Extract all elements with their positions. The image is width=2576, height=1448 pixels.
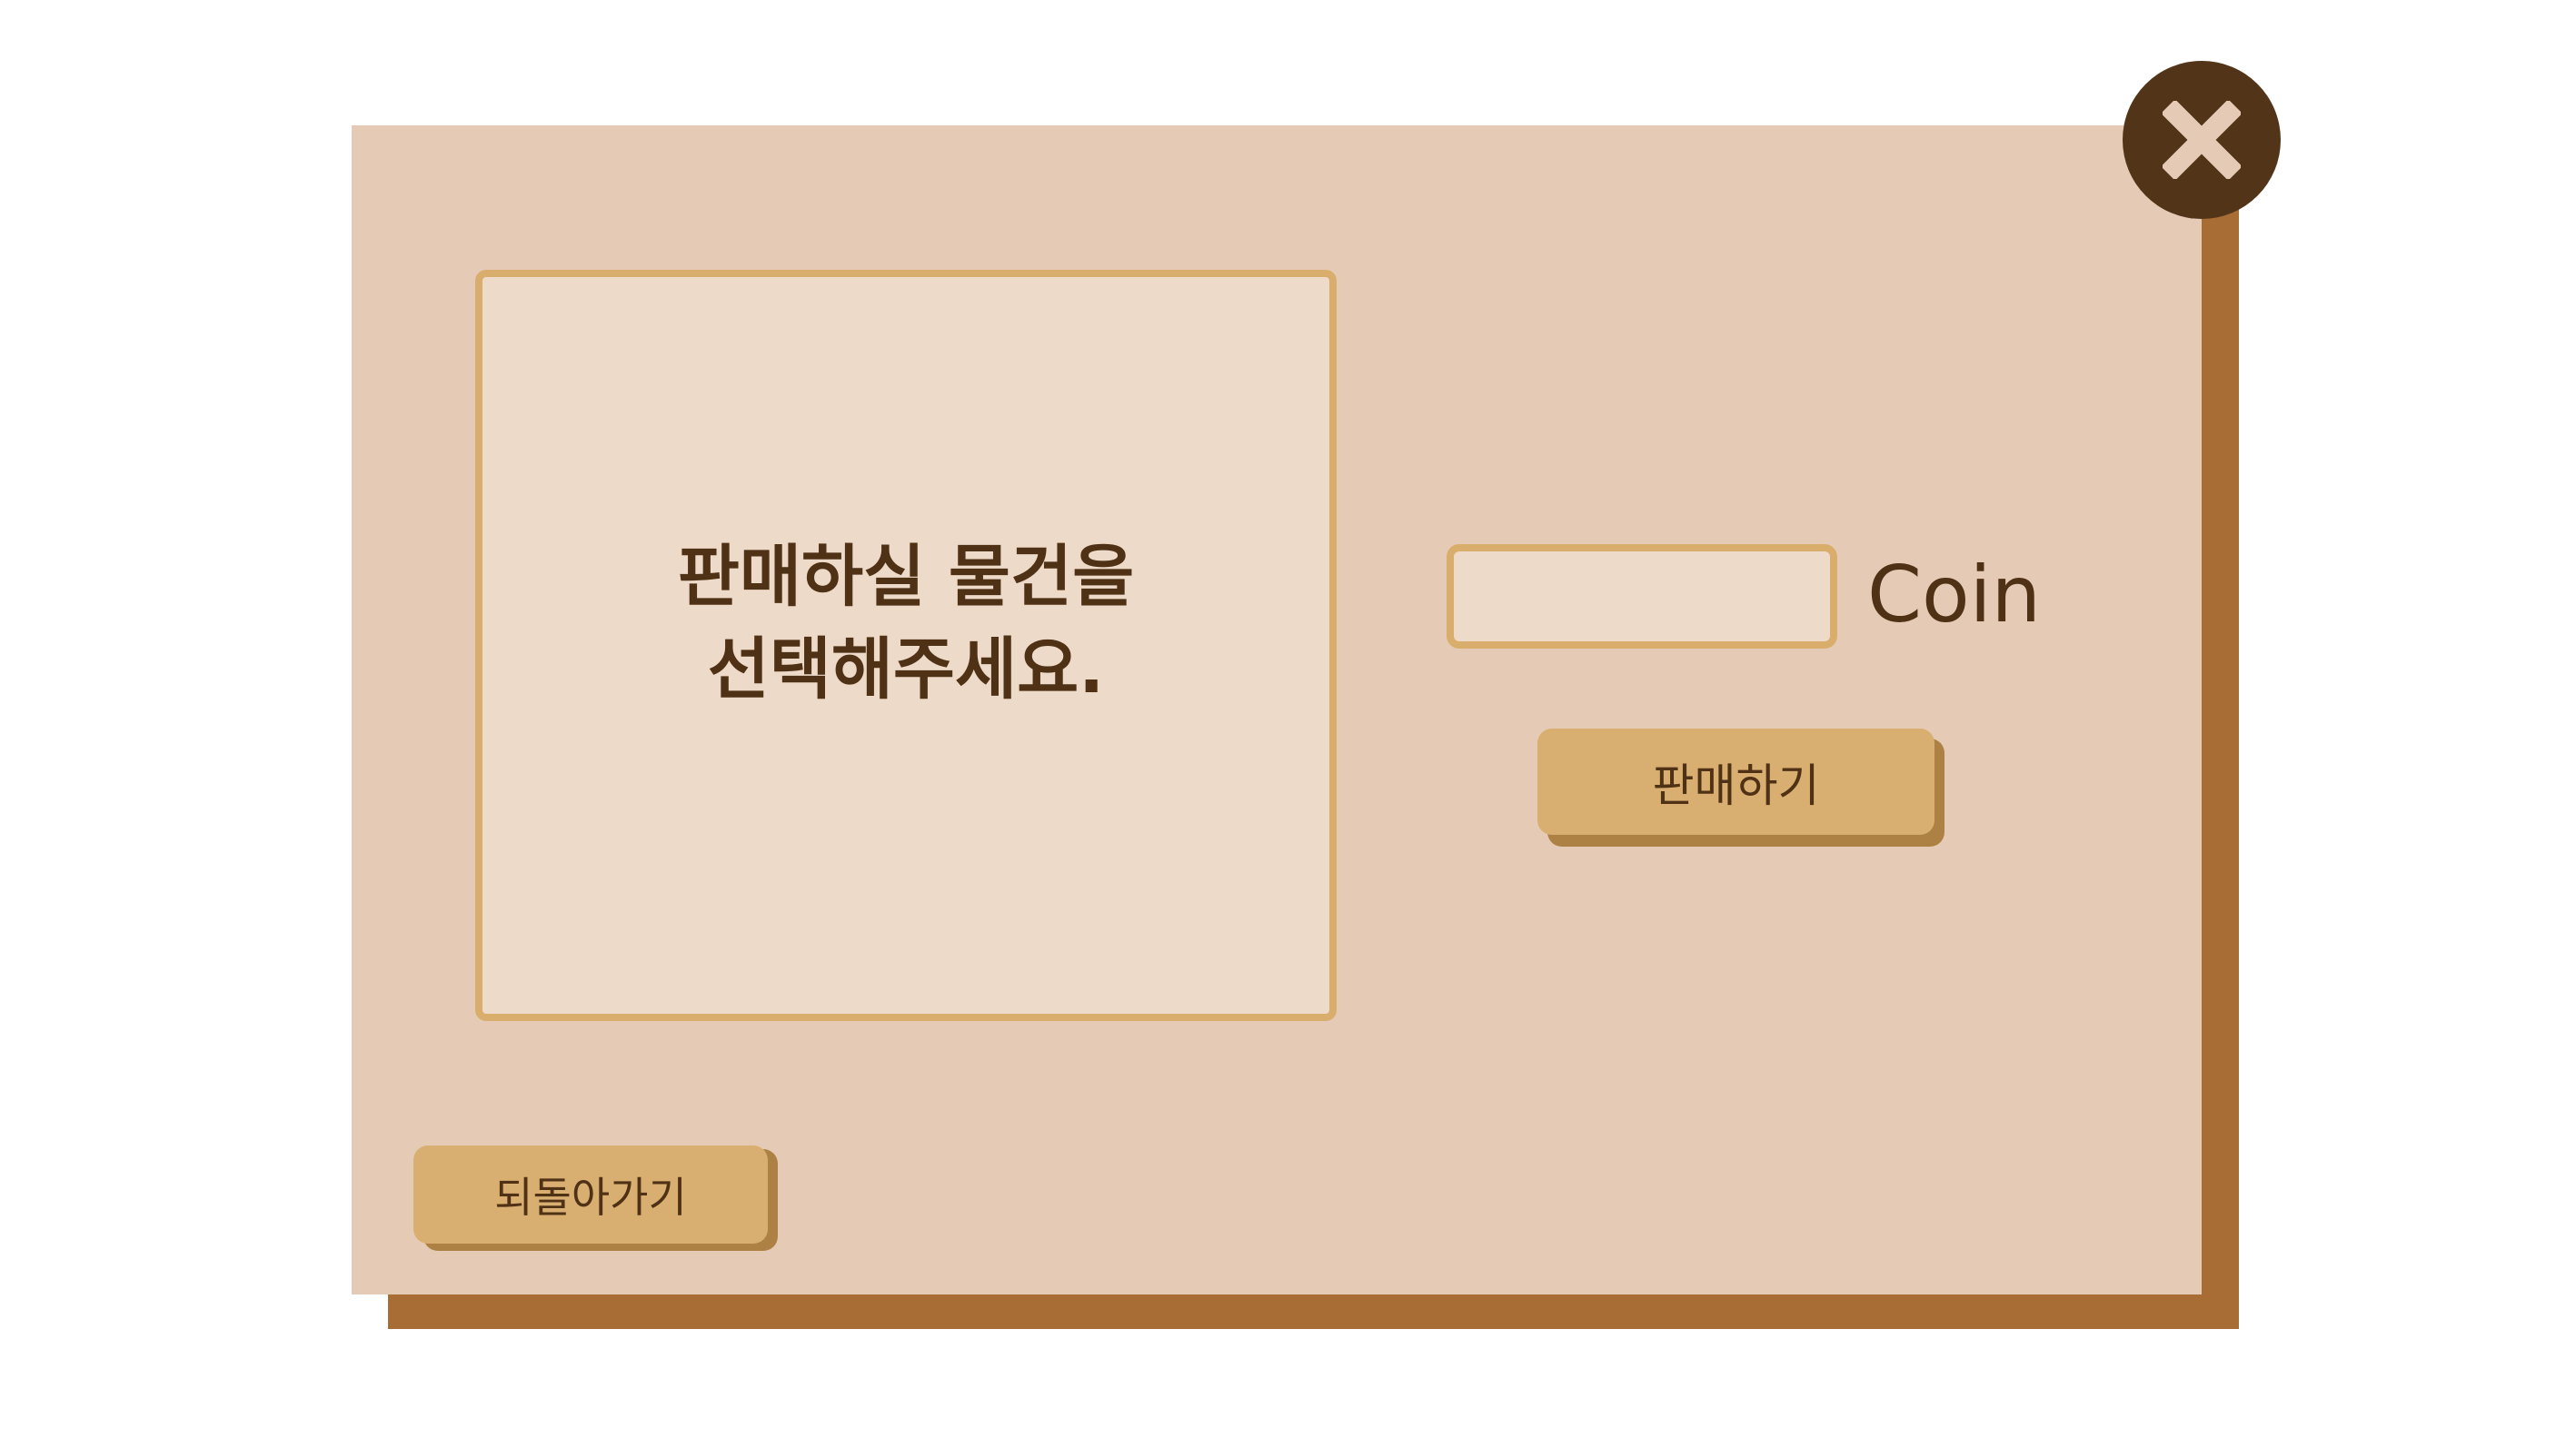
coin-unit-label: Coin — [1867, 550, 2042, 640]
sell-dialog-screen: 판매하실 물건을 선택해주세요. Coin 판매하기 되돌아가기 — [0, 0, 2576, 1448]
sell-button[interactable]: 판매하기 — [1537, 729, 1934, 835]
close-button[interactable] — [2123, 61, 2281, 219]
back-button[interactable]: 되돌아가기 — [413, 1146, 768, 1244]
item-select-slot[interactable]: 판매하실 물건을 선택해주세요. — [475, 270, 1337, 1021]
item-select-prompt: 판매하실 물건을 선택해주세요. — [677, 537, 1135, 709]
close-x-icon — [2163, 101, 2241, 179]
price-input[interactable] — [1447, 544, 1837, 649]
